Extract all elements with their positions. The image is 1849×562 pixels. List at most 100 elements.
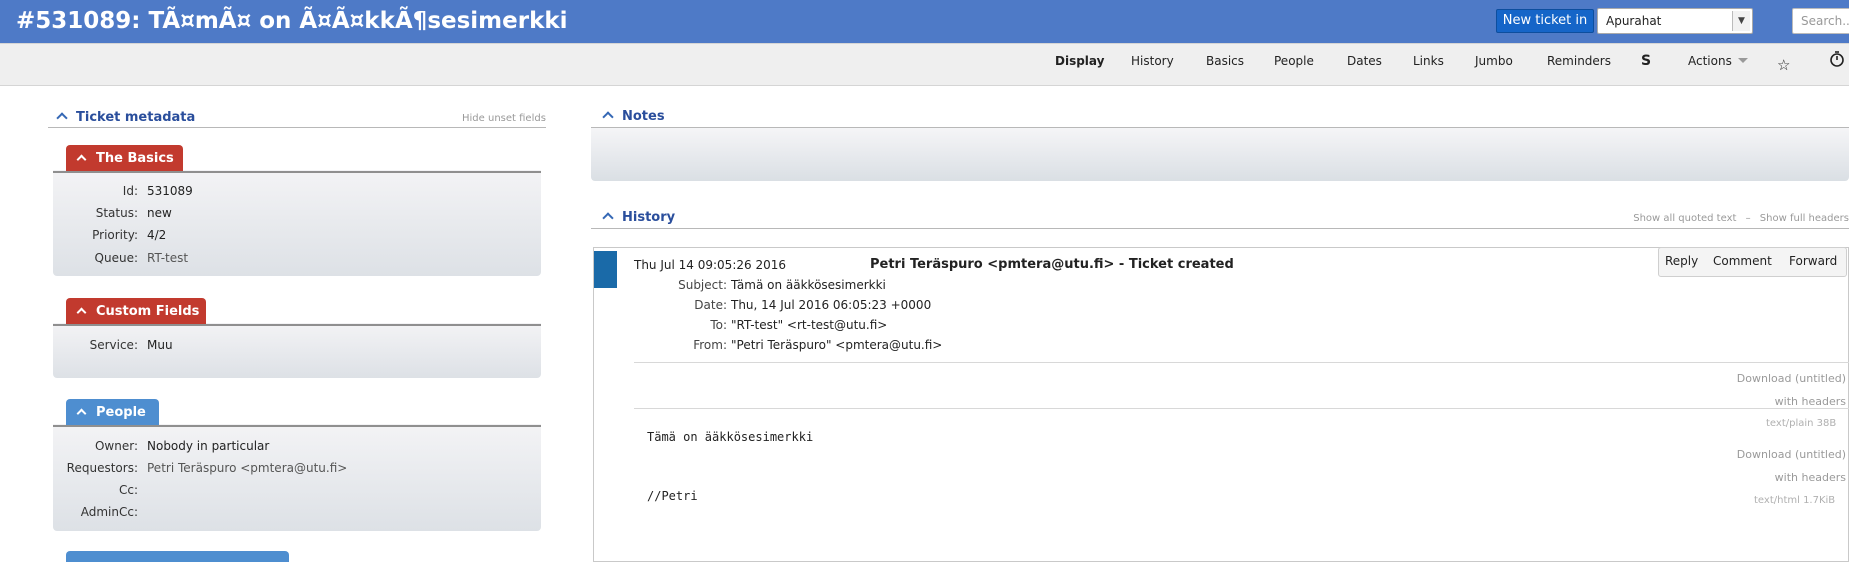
notes-header[interactable]: Notes — [602, 109, 665, 124]
star-icon[interactable]: ☆ — [1777, 56, 1790, 74]
search-placeholder: Search... — [1801, 14, 1849, 28]
transaction-type-marker — [594, 251, 617, 288]
header-label: Date: — [694, 298, 727, 312]
with-headers-link[interactable]: with headers — [1775, 395, 1846, 408]
header-label: Subject: — [678, 278, 727, 292]
collapse-icon — [602, 111, 614, 123]
header-row-from: From: "Petri Teräspuro" <pmtera@utu.fi> — [634, 338, 1534, 354]
header-value: Thu, 14 Jul 2016 06:05:23 +0000 — [731, 298, 932, 312]
field-value: new — [147, 206, 172, 220]
field-value: Nobody in particular — [147, 439, 270, 453]
menu-s[interactable]: S — [1641, 53, 1651, 69]
header-row-date: Date: Thu, 14 Jul 2016 06:05:23 +0000 — [634, 298, 1534, 314]
hide-unset-fields-link[interactable]: Hide unset fields — [462, 113, 546, 124]
download-link[interactable]: Download (untitled) — [1737, 372, 1846, 385]
transaction-date: Thu Jul 14 09:05:26 2016 — [634, 258, 786, 272]
menu-reminders[interactable]: Reminders — [1547, 54, 1611, 68]
custom-fields-title: Custom Fields — [96, 304, 200, 319]
people-tab[interactable]: People — [66, 399, 159, 426]
custom-fields-tab[interactable]: Custom Fields — [66, 298, 206, 325]
separator: – — [1745, 213, 1751, 224]
message-body-line-2: //Petri — [647, 489, 698, 503]
field-label: Queue: — [94, 251, 138, 265]
ticket-metadata-header[interactable]: Ticket metadata — [56, 110, 196, 125]
collapse-icon — [56, 112, 68, 124]
message-body-line-1: Tämä on ääkkösesimerkki — [647, 430, 814, 444]
divider — [634, 362, 1849, 363]
field-label: Id: — [122, 184, 138, 198]
notes-title: Notes — [622, 109, 665, 124]
attachment-1-links: Download (untitled) with headers — [1646, 372, 1846, 412]
header-value: "Petri Teräspuro" <pmtera@utu.fi> — [731, 338, 943, 352]
menu-links[interactable]: Links — [1413, 54, 1444, 68]
menu-history[interactable]: History — [1131, 54, 1174, 68]
history-options: Show all quoted text – Show full headers — [1633, 213, 1849, 224]
queue-select-value: Apurahat — [1606, 14, 1662, 28]
with-headers-link[interactable]: with headers — [1775, 471, 1846, 484]
attachment-1-type: text/plain 38B — [1766, 418, 1837, 429]
basics-title: The Basics — [96, 151, 174, 166]
field-label: AdminCc: — [80, 505, 138, 519]
history-header[interactable]: History — [602, 210, 676, 225]
divider — [53, 425, 541, 427]
download-link[interactable]: Download (untitled) — [1737, 448, 1846, 461]
timer-icon[interactable] — [1829, 50, 1845, 71]
menu-display[interactable]: Display — [1055, 54, 1104, 68]
collapse-icon — [76, 154, 87, 165]
field-value: 4/2 — [147, 228, 167, 242]
header-label: To: — [710, 318, 727, 332]
search-input[interactable]: Search... — [1792, 8, 1849, 34]
field-label: Priority: — [92, 228, 138, 242]
menu-dates[interactable]: Dates — [1347, 54, 1382, 68]
divider — [591, 228, 1849, 229]
field-label: Cc: — [118, 483, 138, 497]
show-full-headers-link[interactable]: Show full headers — [1760, 213, 1849, 224]
page-header: #531089: TÃ¤mÃ¤ on Ã¤Ã¤kkÃ¶sesimerkki Ne… — [0, 0, 1849, 43]
divider — [634, 408, 1849, 409]
field-value[interactable]: RT-test — [147, 251, 188, 265]
people-title: People — [96, 405, 146, 420]
reply-link[interactable]: Reply — [1665, 254, 1698, 268]
attachment-2-type: text/html 1.7KiB — [1754, 495, 1836, 506]
page-menu: Display History Basics People Dates Link… — [0, 43, 1849, 86]
field-label: Owner: — [94, 439, 138, 453]
header-value: Tämä on ääkkösesimerkki — [731, 278, 886, 292]
notes-panel — [591, 128, 1849, 181]
field-value[interactable]: Petri Teräspuro <pmtera@utu.fi> — [147, 461, 347, 475]
queue-select[interactable]: Apurahat ▼ — [1597, 8, 1753, 34]
basics-tab[interactable]: The Basics — [66, 145, 183, 172]
menu-basics[interactable]: Basics — [1206, 54, 1244, 68]
field-value: 531089 — [147, 184, 193, 198]
history-title: History — [622, 210, 676, 225]
transaction-description: Petri Teräspuro <pmtera@utu.fi> - Ticket… — [870, 257, 1234, 272]
new-ticket-button[interactable]: New ticket in — [1496, 9, 1594, 33]
header-value: "RT-test" <rt-test@utu.fi> — [731, 318, 888, 332]
field-label: Requestors: — [66, 461, 138, 475]
transaction-actions: Reply Comment Forward — [1658, 247, 1847, 277]
header-row-subject: Subject: Tämä on ääkkösesimerkki — [634, 278, 1534, 294]
field-label: Status: — [95, 206, 138, 220]
divider — [53, 324, 541, 326]
menu-jumbo[interactable]: Jumbo — [1475, 54, 1513, 68]
caret-down-icon — [1737, 58, 1748, 63]
chevron-down-icon: ▼ — [1732, 11, 1750, 31]
field-value: Muu — [147, 338, 173, 352]
field-label: Service: — [89, 338, 138, 352]
menu-actions-label: Actions — [1688, 54, 1732, 68]
divider — [48, 127, 546, 128]
ticket-metadata-title: Ticket metadata — [76, 110, 196, 125]
menu-actions[interactable]: Actions — [1688, 54, 1748, 68]
next-section-tab[interactable] — [66, 551, 289, 562]
menu-people[interactable]: People — [1274, 54, 1314, 68]
header-row-to: To: "RT-test" <rt-test@utu.fi> — [634, 318, 1534, 334]
attachment-2-links: Download (untitled) with headers — [1646, 448, 1846, 488]
collapse-icon — [76, 408, 87, 419]
page-title: #531089: TÃ¤mÃ¤ on Ã¤Ã¤kkÃ¶sesimerkki — [16, 8, 568, 34]
collapse-icon — [602, 212, 614, 224]
collapse-icon — [76, 307, 87, 318]
show-quoted-link[interactable]: Show all quoted text — [1633, 213, 1736, 224]
header-label: From: — [693, 338, 727, 352]
comment-link[interactable]: Comment — [1713, 254, 1772, 268]
divider — [53, 171, 541, 173]
forward-link[interactable]: Forward — [1789, 254, 1837, 268]
